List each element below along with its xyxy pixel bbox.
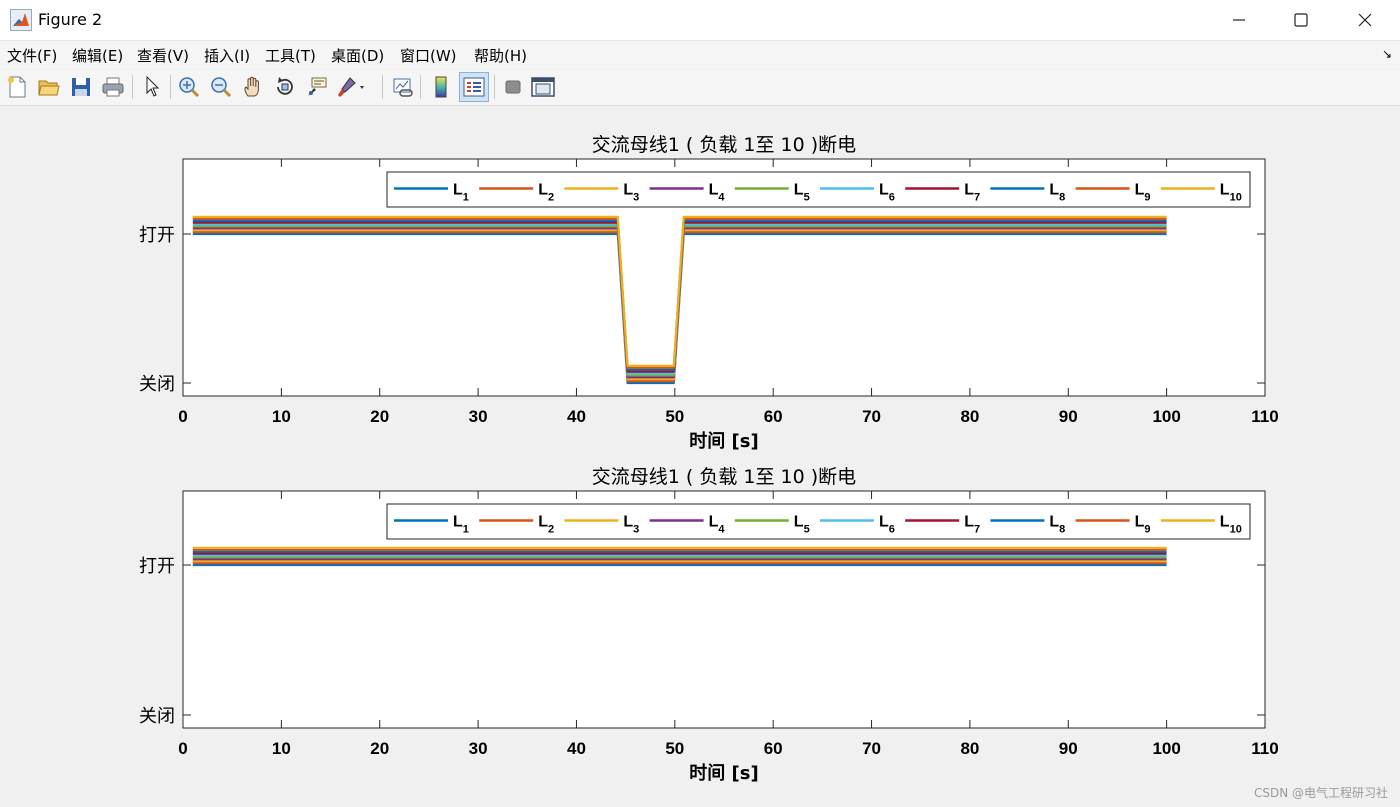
maximize-icon — [1294, 13, 1308, 27]
print-icon — [102, 77, 124, 97]
save-button[interactable] — [68, 74, 94, 100]
zoom-out-icon — [211, 77, 232, 98]
menu-window[interactable]: 窗口(W) — [400, 45, 457, 66]
insert-colorbar-icon — [435, 76, 447, 98]
y-tick-label: 打开 — [139, 225, 175, 246]
new-figure-icon — [8, 76, 26, 98]
chart-1: 交流母线1 ( 负载 1至 10 )断电 0 10 20 30 40 50 60 70 80 90 1… — [139, 134, 1279, 452]
print-button[interactable] — [100, 74, 126, 100]
y-tick-label: 打开 — [139, 556, 175, 577]
x-tick-label: 70 — [862, 407, 881, 426]
menu-tools[interactable]: 工具(T) — [265, 45, 316, 66]
open-icon — [38, 80, 60, 96]
close-icon — [1358, 13, 1372, 27]
zoom-out-button[interactable] — [208, 74, 234, 100]
x-axis-label: 时间 [s] — [689, 431, 758, 452]
data-cursor-icon — [308, 77, 327, 96]
menu-file[interactable]: 文件(F) — [7, 45, 57, 66]
menu-desktop[interactable]: 桌面(D) — [331, 45, 384, 66]
link-plot-icon — [393, 78, 413, 97]
x-tick-label: 60 — [764, 407, 783, 426]
x-tick-label: 80 — [960, 407, 979, 426]
figure-toolbar — [0, 70, 1400, 106]
x-tick-label: 20 — [370, 739, 389, 758]
minimize-icon — [1233, 19, 1245, 21]
x-tick-label: 10 — [272, 739, 291, 758]
x-tick-label: 10 — [272, 407, 291, 426]
y-tick-label: 关闭 — [139, 374, 175, 395]
x-tick-label: 0 — [178, 407, 187, 426]
rotate-3d-icon — [277, 77, 293, 95]
edit-plot-button[interactable] — [140, 74, 166, 100]
pan-hand-icon — [244, 76, 259, 97]
zoom-in-icon — [179, 77, 200, 98]
chart-2: 交流母线1 ( 负载 1至 10 )断电 0 10 20 30 40 50 60 70 80 90 1… — [139, 466, 1279, 784]
legend: L1 L2 L3 L4 L5 L6 L7 L8 L9 L10 — [386, 503, 1251, 540]
close-button[interactable] — [1334, 0, 1396, 40]
x-tick-label: 30 — [469, 407, 488, 426]
x-tick-label: 110 — [1251, 739, 1278, 758]
zoom-in-button[interactable] — [176, 74, 202, 100]
show-plot-tools-button[interactable] — [530, 74, 556, 100]
window-title: Figure 2 — [38, 10, 103, 29]
window-titlebar: Figure 2 — [0, 0, 1400, 41]
maximize-button[interactable] — [1270, 0, 1332, 40]
y-tick-label: 关闭 — [139, 706, 175, 727]
x-tick-label: 70 — [862, 739, 881, 758]
show-plot-tools-icon — [531, 77, 555, 97]
matlab-icon — [10, 9, 32, 31]
x-tick-label: 20 — [370, 407, 389, 426]
x-tick-label: 80 — [960, 739, 979, 758]
pan-button[interactable] — [240, 74, 266, 100]
x-tick-label: 60 — [764, 739, 783, 758]
x-tick-label: 40 — [567, 739, 586, 758]
open-button[interactable] — [36, 74, 62, 100]
data-cursor-button[interactable] — [304, 74, 330, 100]
x-axis-label: 时间 [s] — [689, 763, 758, 784]
edit-plot-arrow-icon — [146, 76, 160, 97]
x-tick-label: 0 — [178, 739, 187, 758]
x-tick-label: 50 — [665, 407, 684, 426]
figure-plots: 交流母线1 ( 负载 1至 10 )断电 0 10 20 30 40 50 60 70 80 90 1… — [139, 134, 1279, 784]
hide-plot-tools-button[interactable] — [500, 74, 526, 100]
menu-edit[interactable]: 编辑(E) — [72, 45, 123, 66]
menu-bar: 文件(F) 编辑(E) 查看(V) 插入(I) 工具(T) 桌面(D) 窗口(W… — [0, 41, 1400, 69]
x-tick-label: 100 — [1152, 407, 1180, 426]
x-tick-label: 30 — [469, 739, 488, 758]
x-tick-label: 40 — [567, 407, 586, 426]
x-tick-label: 100 — [1152, 739, 1180, 758]
brush-icon — [338, 77, 364, 97]
hide-plot-tools-icon — [505, 80, 521, 94]
x-tick-label: 90 — [1059, 739, 1078, 758]
x-tick-label: 90 — [1059, 407, 1078, 426]
brush-button[interactable] — [336, 74, 366, 100]
watermark: CSDN @电气工程研习社 — [1253, 786, 1388, 800]
x-tick-label: 50 — [665, 739, 684, 758]
insert-colorbar-button[interactable] — [428, 74, 454, 100]
chart-title: 交流母线1 ( 负载 1至 10 )断电 — [592, 134, 856, 156]
menu-view[interactable]: 查看(V) — [137, 45, 189, 66]
new-figure-button[interactable] — [4, 74, 30, 100]
x-tick-label: 110 — [1251, 407, 1278, 426]
dock-arrow-icon[interactable]: ↘ — [1382, 47, 1392, 61]
chart-title: 交流母线1 ( 负载 1至 10 )断电 — [592, 466, 856, 488]
insert-legend-button[interactable] — [459, 72, 489, 102]
rotate-button[interactable] — [272, 74, 298, 100]
save-icon — [72, 78, 90, 96]
menu-insert[interactable]: 插入(I) — [204, 45, 250, 66]
legend: L1 L2 L3 L4 L5 L6 L7 L8 L9 L10 — [386, 171, 1251, 208]
minimize-button[interactable] — [1208, 0, 1270, 40]
menu-help[interactable]: 帮助(H) — [474, 45, 527, 66]
insert-legend-icon — [463, 77, 485, 97]
link-plot-button[interactable] — [390, 74, 416, 100]
